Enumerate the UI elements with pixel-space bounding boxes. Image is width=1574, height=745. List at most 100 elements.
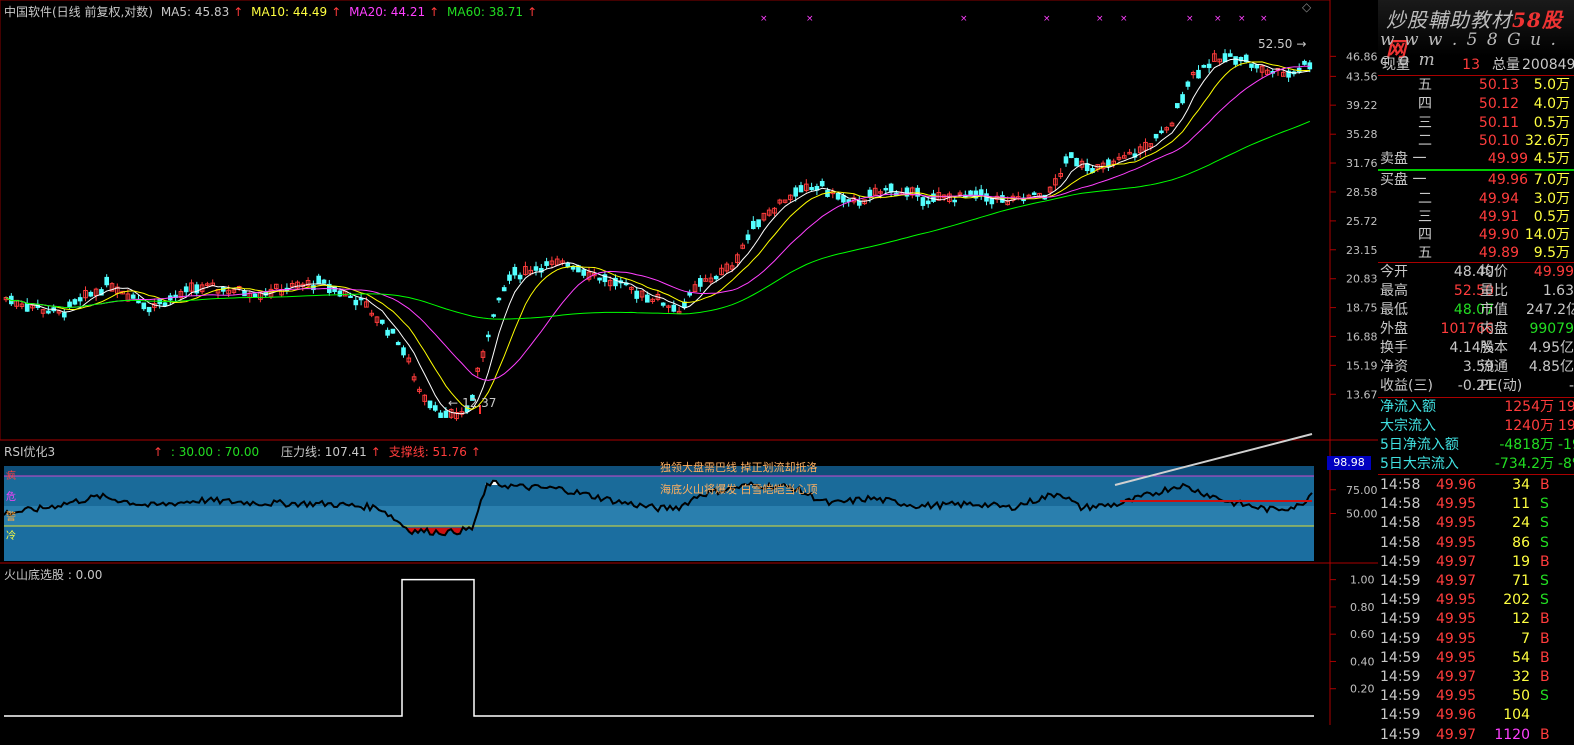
tick-row-cell: B [1540,668,1550,687]
tick-row-cell: S [1540,687,1549,706]
ask-row-cell: 四 [1418,95,1432,114]
chart-area[interactable]: ×××××××××× 46.8643.5639.2235.2831.7628.5… [0,0,1378,725]
zone-label-danger: 危 [6,488,16,503]
tick-row-cell: 14:58 [1380,514,1420,533]
price-tick-label: 25.72 [1346,215,1378,228]
stat-row-cell: 股本 [1480,339,1508,358]
stat-row: 净资3.59流通4.85亿 [1378,358,1574,377]
bid-row-cell: 二 [1418,190,1432,209]
volume-row-cell: 200849 [1522,56,1570,75]
stat-row-cell: 最高 [1380,282,1408,301]
candle-body [434,406,438,410]
tick-row-cell: B [1540,553,1550,572]
flow-row: 大宗流入1240万19 [1378,417,1574,436]
tick-row-cell: 49.95 [1436,514,1476,533]
price-tick-label: 18.75 [1346,302,1378,315]
diamond-icon[interactable]: ◇ [1302,0,1311,14]
tick-row-cell: S [1540,495,1549,514]
stat-row-cell: 均价 [1480,263,1508,282]
tick-row: 14:5949.9771S [1378,572,1574,591]
tick-row: 14:5949.971120B [1378,726,1574,745]
bid-row: 四49.9014.0万 [1378,226,1574,245]
flow-row-cell: 1254万 [1474,398,1554,417]
volume-row-cell: 总量 [1492,56,1520,75]
tick-row-cell: 14:59 [1380,553,1420,572]
tick-row-cell: 34 [1490,476,1530,495]
candle-body [25,303,29,311]
rsi-support: 支撑线: 51.76 [389,445,467,459]
volcano-tick-label: 0.60 [1350,628,1375,641]
bid-row-cell: 9.5万 [1504,244,1570,263]
candle-body [1197,70,1201,77]
tick-row-cell: 14:59 [1380,610,1420,629]
candle-body [752,221,756,228]
candle-body [508,275,512,280]
stat-row: 最高52.50量比1.63 [1378,282,1574,301]
price-tick-label: 23.15 [1346,244,1378,257]
tick-row: 14:5949.95202S [1378,591,1574,610]
tick-row-cell: 14:58 [1380,476,1420,495]
tick-row-cell: 50 [1490,687,1530,706]
candle-body [635,291,639,298]
high-annotation: 52.50→ [1258,37,1310,51]
price-tick-label: 16.88 [1346,330,1378,343]
tick-row-cell: B [1540,726,1550,745]
rsi-tick-label: 50.00 [1346,508,1378,521]
bid-row-cell: 0.5万 [1504,208,1570,227]
candle-body [1064,157,1068,163]
tick-row-cell: 14:59 [1380,591,1420,610]
tick-row-cell: 49.95 [1436,495,1476,514]
ma60-arrow-icon: ↑ [527,5,537,19]
quote-panel: 炒股輔助教材58股网 w w w . 5 8 G u . c o m 现量13总… [1378,0,1574,725]
stat-row-cell: 99079 [1526,320,1574,339]
tick-row: 14:5949.957B [1378,630,1574,649]
tick-row-cell: 1120 [1490,726,1530,745]
ask-row: 三50.110.5万 [1378,114,1574,133]
chart-svg[interactable]: ×××××××××× 46.8643.5639.2235.2831.7628.5… [0,0,1378,725]
candle-body [868,190,872,197]
pressure-arrow-icon: ↑ [371,445,381,459]
tick-row-cell: 49.96 [1436,476,1476,495]
tick-row-cell: 14:59 [1380,726,1420,745]
price-tick-label: 15.19 [1346,359,1378,372]
rsi-tick-label: 75.00 [1346,484,1378,497]
stat-row-cell: 外盘 [1380,320,1408,339]
candle-body [502,288,506,291]
candle-body [354,300,358,304]
tick-row-cell: 14:59 [1380,668,1420,687]
tick-row: 14:5849.9524S [1378,514,1574,533]
low-annotation: ←12.37 [448,396,500,410]
flow-row-cell: 19 [1558,398,1574,417]
rsi-text-1: 独领大盘需巴线 掉正划流却抵洛 [660,459,818,475]
candle-body [1154,134,1158,137]
flow-row: 5日净流入额-4818万-19 [1378,436,1574,455]
candle-body [317,276,321,283]
volume-row-cell: 13 [1438,56,1480,75]
tick-row-cell: 49.95 [1436,610,1476,629]
tick-row: 14:5949.9732B [1378,668,1574,687]
candle-body [428,401,432,408]
candle-body [142,303,146,309]
tick-row-cell: 49.95 [1436,630,1476,649]
stat-row: 收益(三)-0.21PE(动)- [1378,377,1574,396]
candle-body [243,291,247,296]
ma5-label: MA5: 45.83 [161,5,229,19]
candle-body [492,315,496,316]
candle-body [1070,153,1074,158]
rsi-range: : 30.00 : 70.00 [171,445,259,459]
candle-body [699,279,703,287]
candle-body [1250,64,1254,67]
volcano-tick-label: 0.40 [1350,655,1375,668]
candle-body [338,291,342,296]
rsi-value-badge: 98.98 [1327,456,1371,470]
candle-body [1160,131,1164,133]
candle-body [163,303,167,306]
flow-row-cell: 净流入额 [1380,398,1436,417]
tick-row-cell: 11 [1490,495,1530,514]
stat-row-cell: 最低 [1380,301,1408,320]
stat-row-cell: 247.2亿 [1526,301,1574,320]
candle-body [534,267,538,271]
ask-row-cell: 卖盘 一 [1380,150,1426,169]
ma10-label: MA10: 44.49 [251,5,327,19]
signal-marker: × [1120,14,1128,24]
